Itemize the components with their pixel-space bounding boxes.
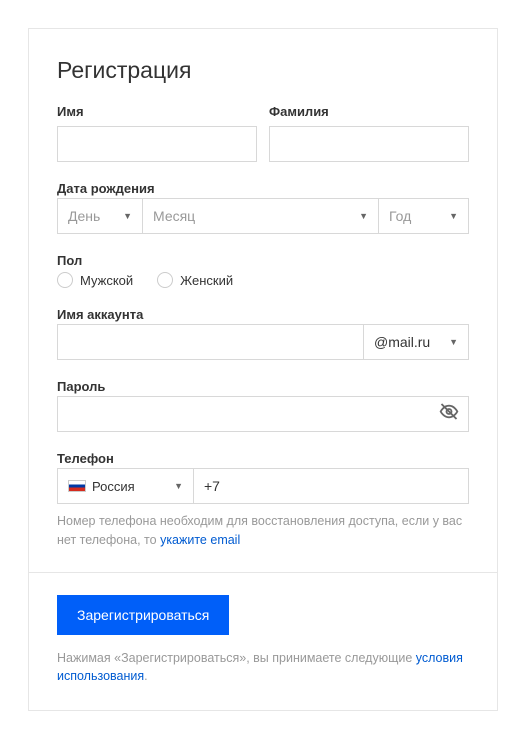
day-select[interactable]: День ▼: [57, 198, 143, 234]
birthday-label: Дата рождения: [57, 181, 155, 196]
phone-row: Россия ▼: [57, 468, 469, 504]
phone-field: Телефон Россия ▼ Номер телефона необходи…: [57, 450, 469, 550]
country-name: Россия: [92, 479, 135, 494]
caret-down-icon: ▼: [449, 337, 458, 347]
gender-radio-group: Мужской Женский: [57, 272, 469, 288]
lastname-field: Фамилия: [269, 104, 469, 162]
divider: [29, 572, 497, 573]
month-placeholder: Месяц: [153, 208, 195, 224]
account-label: Имя аккаунта: [57, 307, 143, 322]
birthday-field: Дата рождения День ▼ Месяц ▼ Год ▼: [57, 180, 469, 234]
lastname-input[interactable]: [269, 126, 469, 162]
page-title: Регистрация: [57, 57, 469, 84]
account-input[interactable]: [57, 324, 363, 360]
year-placeholder: Год: [389, 208, 411, 224]
account-field: Имя аккаунта @mail.ru ▼: [57, 306, 469, 360]
eye-off-icon[interactable]: [439, 402, 459, 427]
gender-male-label: Мужской: [80, 273, 133, 288]
year-select[interactable]: Год ▼: [379, 198, 469, 234]
domain-value: @mail.ru: [374, 334, 430, 350]
lastname-label: Фамилия: [269, 104, 469, 119]
password-input[interactable]: [57, 396, 469, 432]
birthday-selects: День ▼ Месяц ▼ Год ▼: [57, 198, 469, 234]
russia-flag-icon: [68, 480, 86, 492]
phone-note: Номер телефона необходим для восстановле…: [57, 512, 469, 550]
submit-button[interactable]: Зарегистрироваться: [57, 595, 229, 635]
terms-prefix: Нажимая «Зарегистрироваться», вы принима…: [57, 651, 416, 665]
name-row: Имя Фамилия: [57, 104, 469, 162]
terms-suffix: .: [144, 669, 147, 683]
gender-female-label: Женский: [180, 273, 233, 288]
day-placeholder: День: [68, 208, 100, 224]
registration-form: Регистрация Имя Фамилия Дата рождения Де…: [28, 28, 498, 711]
caret-down-icon: ▼: [449, 211, 458, 221]
firstname-label: Имя: [57, 104, 257, 119]
password-label: Пароль: [57, 379, 105, 394]
phone-note-text: Номер телефона необходим для восстановле…: [57, 514, 462, 547]
country-select[interactable]: Россия ▼: [57, 468, 193, 504]
specify-email-link[interactable]: укажите email: [160, 533, 240, 547]
caret-down-icon: ▼: [359, 211, 368, 221]
gender-female-radio[interactable]: Женский: [157, 272, 233, 288]
terms-text: Нажимая «Зарегистрироваться», вы принима…: [57, 649, 469, 687]
gender-field: Пол Мужской Женский: [57, 252, 469, 288]
gender-label: Пол: [57, 253, 82, 268]
account-row: @mail.ru ▼: [57, 324, 469, 360]
radio-circle-icon: [57, 272, 73, 288]
phone-label: Телефон: [57, 451, 114, 466]
firstname-input[interactable]: [57, 126, 257, 162]
firstname-field: Имя: [57, 104, 257, 162]
password-wrap: [57, 396, 469, 432]
radio-circle-icon: [157, 272, 173, 288]
caret-down-icon: ▼: [123, 211, 132, 221]
phone-input[interactable]: [193, 468, 469, 504]
gender-male-radio[interactable]: Мужской: [57, 272, 133, 288]
caret-down-icon: ▼: [174, 481, 183, 491]
month-select[interactable]: Месяц ▼: [143, 198, 379, 234]
password-field: Пароль: [57, 378, 469, 432]
domain-select[interactable]: @mail.ru ▼: [363, 324, 469, 360]
